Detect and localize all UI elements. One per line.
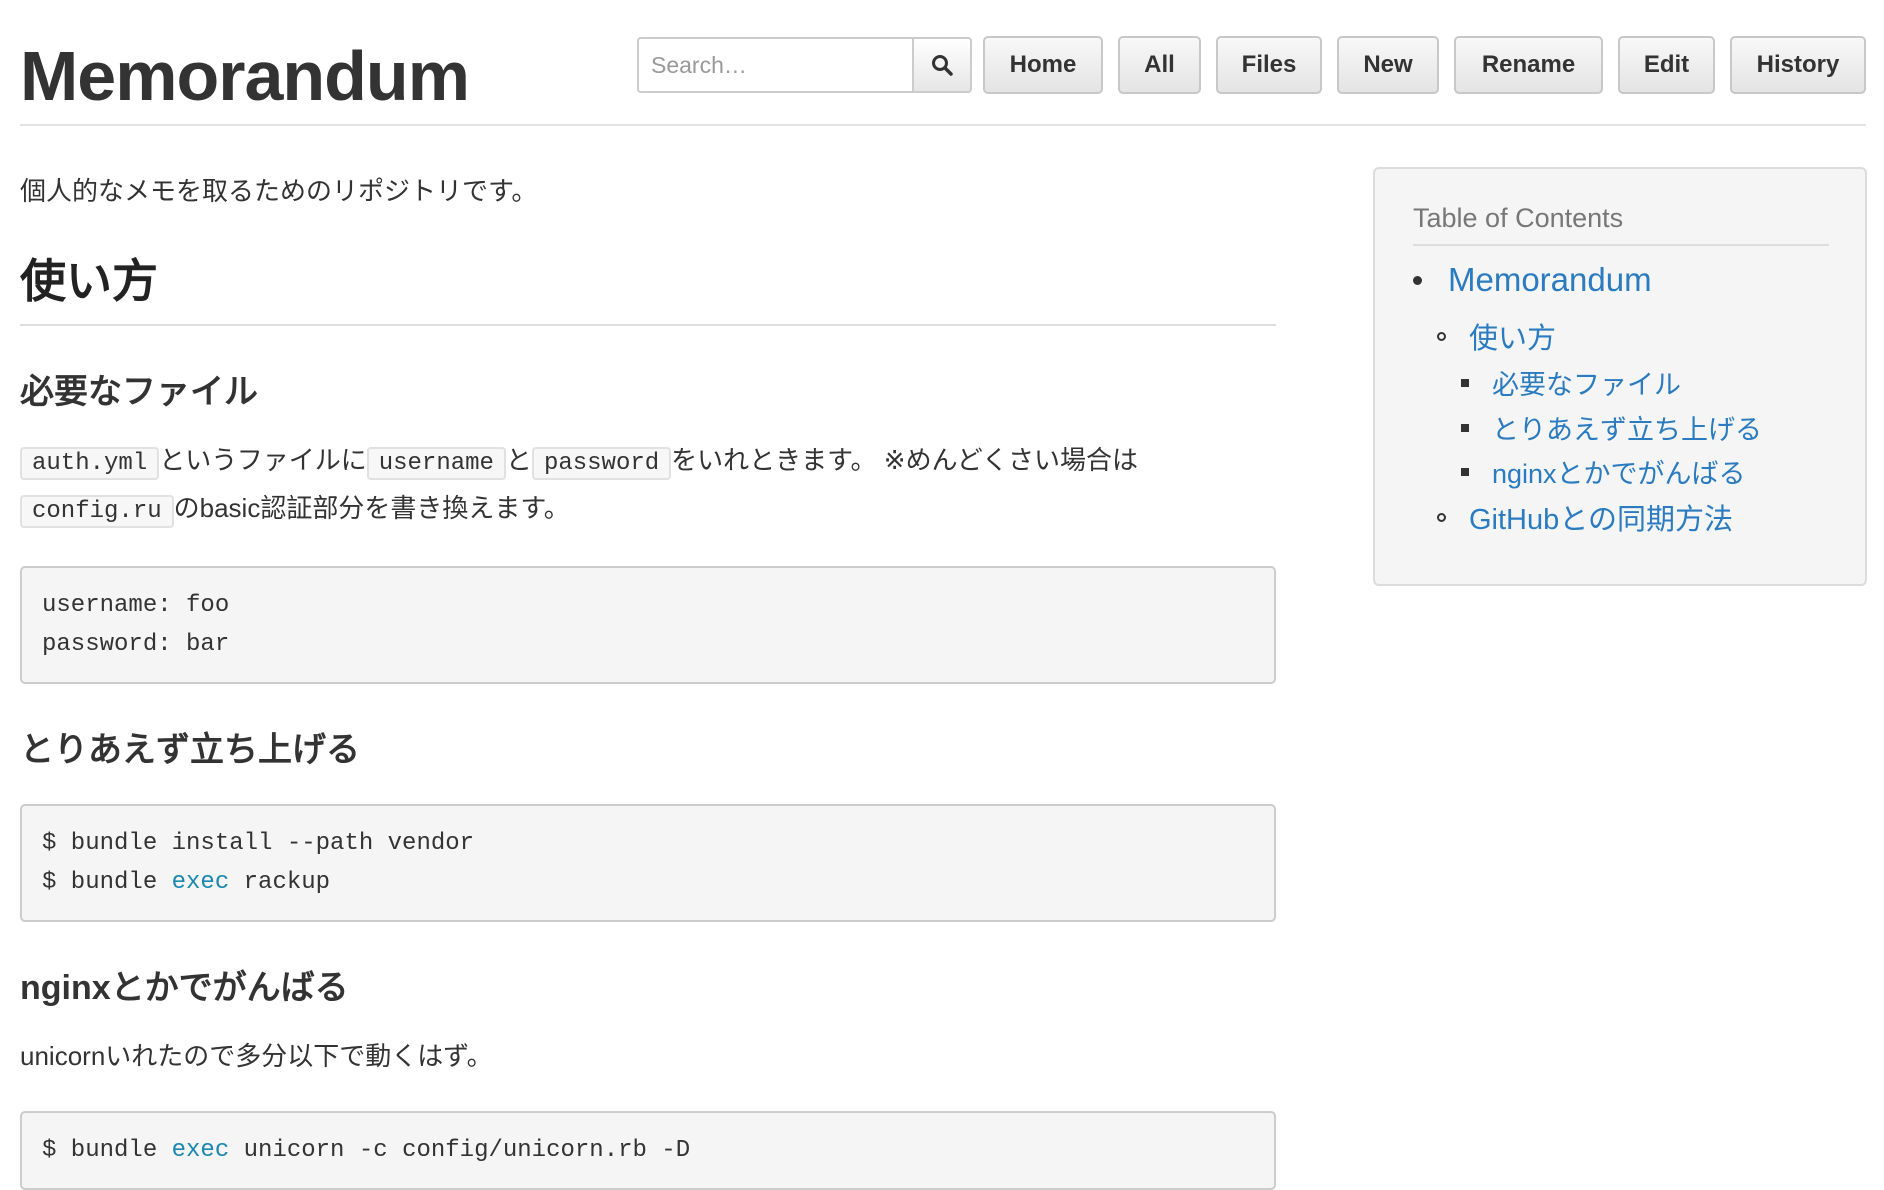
toc-link[interactable]: GitHubとの同期方法: [1469, 496, 1733, 538]
toc-item-github-sync[interactable]: GitHubとの同期方法: [1437, 496, 1733, 538]
required-files-paragraph: auth.yml というファイルに username と password をいれときます…: [20, 438, 1276, 534]
code-line: username: foo: [42, 592, 230, 619]
site-title[interactable]: Memorandum: [20, 34, 470, 118]
code-block-startup: $ bundle install --path vendor $ bundle …: [20, 804, 1276, 922]
text-fragment: と: [505, 445, 532, 475]
code-line: password: bar: [42, 631, 230, 658]
toc-link[interactable]: 必要なファイル: [1492, 363, 1681, 402]
circle-bullet: [1437, 512, 1446, 522]
subheading-startup: とりあえず立ち上げる: [20, 731, 360, 769]
inline-code: username: [366, 447, 506, 480]
rename-button[interactable]: Rename: [1454, 36, 1603, 94]
toc-item-required-files[interactable]: 必要なファイル: [1461, 363, 1681, 402]
new-button[interactable]: New: [1337, 36, 1439, 94]
toc-item-startup[interactable]: とりあえず立ち上げる: [1461, 408, 1762, 447]
search-input[interactable]: [637, 37, 912, 93]
files-button[interactable]: Files: [1216, 36, 1322, 94]
subheading-nginx: nginxとかでがんばる: [20, 969, 349, 1007]
text-fragment: のbasic認証部分を書き換えます。: [173, 493, 570, 523]
edit-button[interactable]: Edit: [1618, 36, 1715, 94]
inline-code: config.ru: [20, 495, 174, 528]
nginx-paragraph: unicornいれたので多分以下で動くはず。: [20, 1041, 493, 1071]
code-fragment: $ bundle: [42, 1137, 172, 1164]
code-fragment: $ bundle: [42, 869, 172, 896]
text-fragment: というファイルに: [159, 445, 367, 475]
search-button[interactable]: [912, 37, 972, 93]
toc-link[interactable]: とりあえず立ち上げる: [1492, 408, 1762, 447]
table-of-contents: Table of Contents Memorandum 使い方 必要なファイル…: [1373, 167, 1867, 586]
subheading-required-files: 必要なファイル: [20, 373, 258, 411]
toc-title: Table of Contents: [1413, 203, 1829, 246]
toc-item-memorandum[interactable]: Memorandum: [1413, 261, 1652, 299]
history-button[interactable]: History: [1730, 36, 1866, 94]
inline-code: auth.yml: [20, 447, 160, 480]
code-fragment: rackup: [229, 869, 331, 896]
code-fragment: unicorn -c config/unicorn.rb -D: [229, 1137, 691, 1164]
code-line: $ bundle install --path vendor: [42, 830, 475, 857]
intro-text: 個人的なメモを取るためのリポジトリです。: [20, 176, 538, 206]
header: Memorandum Home All Files New Rename Edi…: [20, 0, 1866, 126]
square-bullet: [1461, 423, 1469, 432]
toc-link[interactable]: 使い方: [1469, 315, 1556, 357]
code-keyword: exec: [171, 1137, 230, 1164]
home-button[interactable]: Home: [983, 36, 1103, 94]
section-heading-usage: 使い方: [20, 252, 1276, 326]
circle-bullet: [1437, 331, 1446, 341]
toc-item-nginx[interactable]: nginxとかでがんばる: [1461, 452, 1746, 491]
disc-bullet: [1413, 275, 1422, 285]
search-icon: [932, 55, 953, 76]
code-block-unicorn: $ bundle exec unicorn -c config/unicorn.…: [20, 1111, 1276, 1190]
toc-link[interactable]: Memorandum: [1448, 261, 1652, 299]
search-form: [637, 37, 988, 93]
square-bullet: [1461, 378, 1469, 387]
toc-link[interactable]: nginxとかでがんばる: [1492, 452, 1746, 491]
square-bullet: [1461, 467, 1469, 476]
text-fragment: をいれときます。 ※めんどくさい場合は: [671, 445, 1139, 475]
toc-item-usage[interactable]: 使い方: [1437, 315, 1556, 357]
main-content: 個人的なメモを取るためのリポジトリです。 使い方 必要なファイル auth.ym…: [20, 160, 1276, 1190]
page: Memorandum Home All Files New Rename Edi…: [0, 0, 1884, 1190]
code-block-auth: username: foo password: bar: [20, 566, 1276, 684]
code-keyword: exec: [171, 869, 230, 896]
inline-code: password: [531, 447, 672, 480]
all-button[interactable]: All: [1118, 36, 1201, 94]
nav-bar: Home All Files New Rename Edit History: [983, 36, 1866, 94]
